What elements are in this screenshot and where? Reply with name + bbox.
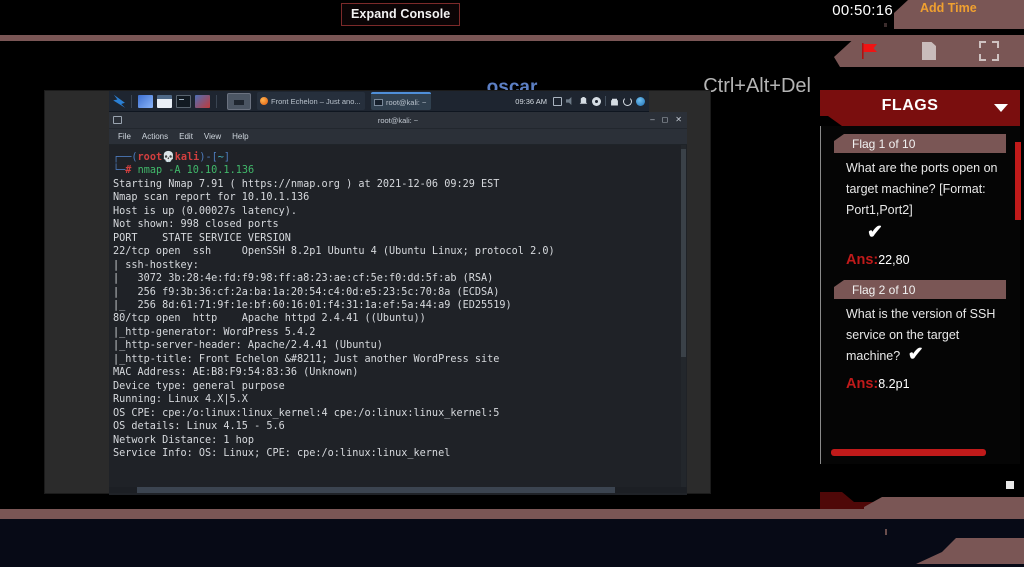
terminal-window-title: root@kali: ~	[377, 115, 419, 125]
panel-clock[interactable]: 09:36 AM	[515, 97, 547, 106]
panel-divider	[216, 94, 217, 108]
flag-chip-label: Flag 2 of 10	[852, 282, 916, 297]
ctrl-alt-del-button[interactable]: Ctrl+Alt+Del	[703, 75, 811, 98]
flags-panel-header: FLAGS	[820, 90, 1020, 126]
terminal-scrollbar[interactable]	[681, 145, 686, 493]
flags-resize-handle[interactable]	[1006, 481, 1014, 489]
flag-answer-row: Ans:8.2p1	[825, 367, 1020, 398]
app-root: Expand Console 00:50:16 Add Time oscar C…	[0, 0, 1024, 567]
network-icon[interactable]	[636, 96, 645, 106]
terminal2-launcher-icon[interactable]	[176, 94, 191, 108]
flag-card[interactable]: Flag 1 of 10 What are the ports open on …	[821, 134, 1020, 274]
flag-question: What are the ports open on target machin…	[846, 161, 998, 217]
top-bar: Expand Console 00:50:16 Add Time	[0, 0, 1024, 29]
control-bar-icons	[840, 37, 1020, 65]
fullscreen-icon[interactable]	[978, 41, 999, 61]
terminal-output: Starting Nmap 7.91 ( https://nmap.org ) …	[113, 178, 555, 459]
tray-divider	[605, 96, 606, 106]
prompt-host: kali	[174, 152, 200, 163]
add-time-area: Add Time	[894, 0, 1024, 29]
kali-dragon-icon[interactable]	[113, 94, 126, 108]
terminal-scrollbar-thumb[interactable]	[681, 149, 686, 357]
taskbar-window-terminal[interactable]: root@kali: ~	[371, 92, 432, 110]
terminal-command: nmap -A 10.10.1.136	[137, 165, 255, 177]
bottom-step-upper	[864, 497, 1024, 519]
decor-dot-bottom	[885, 529, 887, 535]
firefox-icon	[260, 97, 268, 105]
display-icon[interactable]	[553, 96, 562, 106]
document-icon[interactable]	[921, 42, 936, 60]
flag-answer-label: Ans:	[846, 252, 879, 268]
flag-chip-label: Flag 1 of 10	[852, 136, 916, 151]
files-launcher-icon[interactable]	[157, 94, 172, 108]
menu-edit[interactable]: Edit	[179, 132, 193, 141]
volume-icon[interactable]	[566, 96, 572, 106]
decor-dot-top	[884, 23, 887, 27]
power-icon[interactable]	[623, 96, 632, 106]
menu-view[interactable]: View	[204, 132, 221, 141]
control-bar: oscar Ctrl+Alt+Del	[0, 29, 1024, 98]
panel-divider	[131, 94, 132, 108]
flags-horizontal-scrollbar[interactable]	[831, 449, 986, 456]
desktop-scrollbar-thumb[interactable]	[137, 487, 615, 493]
taskbar-window-firefox[interactable]: Front Echelon – Just ano...	[257, 92, 365, 110]
flags-title: FLAGS	[881, 97, 939, 114]
flag-answer-row: Ans:22,80	[825, 243, 1020, 274]
desktop-horizontal-scrollbar[interactable]	[109, 487, 687, 493]
menu-help[interactable]: Help	[232, 132, 248, 141]
flag-icon[interactable]	[861, 42, 879, 60]
flag-chip: Flag 1 of 10	[834, 134, 1006, 153]
terminal-prompt-line: ┌──(root💀kali)-[~]	[113, 152, 231, 163]
flag-question: What is the version of SSH service on th…	[825, 299, 1020, 367]
flag-answer-value: 8.2p1	[878, 377, 910, 391]
flags-accent-bar	[1015, 142, 1021, 220]
terminal-menubar: File Actions Edit View Help	[109, 129, 687, 145]
settings-gear-icon[interactable]	[592, 96, 601, 106]
burp-launcher-icon[interactable]	[195, 94, 210, 108]
menu-file[interactable]: File	[118, 132, 131, 141]
expand-console-button[interactable]: Expand Console	[341, 3, 461, 26]
kali-panel: Front Echelon – Just ano... root@kali: ~…	[109, 91, 649, 112]
flags-panel: FLAGS Flag 1 of 10 What are the ports op…	[820, 90, 1021, 516]
flag-solved-check: ✔	[867, 222, 883, 243]
terminal-launcher-icon[interactable]	[138, 94, 153, 108]
flag-solved-check: ✔	[907, 344, 924, 365]
session-timer: 00:50:16	[832, 2, 893, 19]
chevron-down-icon[interactable]	[994, 104, 1008, 112]
taskbar-window-title: Front Echelon – Just ano...	[271, 96, 361, 106]
flags-list[interactable]: Flag 1 of 10 What are the ports open on …	[820, 126, 1020, 464]
flag-answer-label: Ans:	[846, 376, 879, 392]
taskbar-window-title: root@kali: ~	[386, 97, 427, 107]
terminal-command-line: └─# nmap -A 10.10.1.136	[113, 165, 255, 177]
terminal-icon	[374, 98, 383, 106]
workspace-switcher[interactable]	[227, 92, 251, 110]
terminal-window[interactable]: root@kali: ~ – ◻ ✕ File Actions Edit Vie…	[109, 112, 687, 495]
flag-answer-value: 22,80	[878, 253, 910, 267]
flag-chip: Flag 2 of 10	[834, 280, 1006, 299]
bottom-background	[0, 519, 1024, 567]
terminal-titlebar[interactable]: root@kali: ~ – ◻ ✕	[109, 112, 687, 129]
notification-bell-icon[interactable]	[579, 96, 588, 104]
lock-icon[interactable]	[611, 98, 618, 106]
add-time-button[interactable]: Add Time	[920, 1, 977, 15]
flag-card[interactable]: Flag 2 of 10 What is the version of SSH …	[821, 280, 1020, 398]
remote-desktop-viewport[interactable]: Front Echelon – Just ano... root@kali: ~…	[44, 90, 711, 495]
system-tray: 09:36 AM	[515, 96, 649, 106]
menu-actions[interactable]: Actions	[142, 132, 168, 141]
terminal-output-area[interactable]: ┌──(root💀kali)-[~] └─# nmap -A 10.10.1.1…	[109, 145, 687, 495]
prompt-user: root	[137, 152, 163, 163]
